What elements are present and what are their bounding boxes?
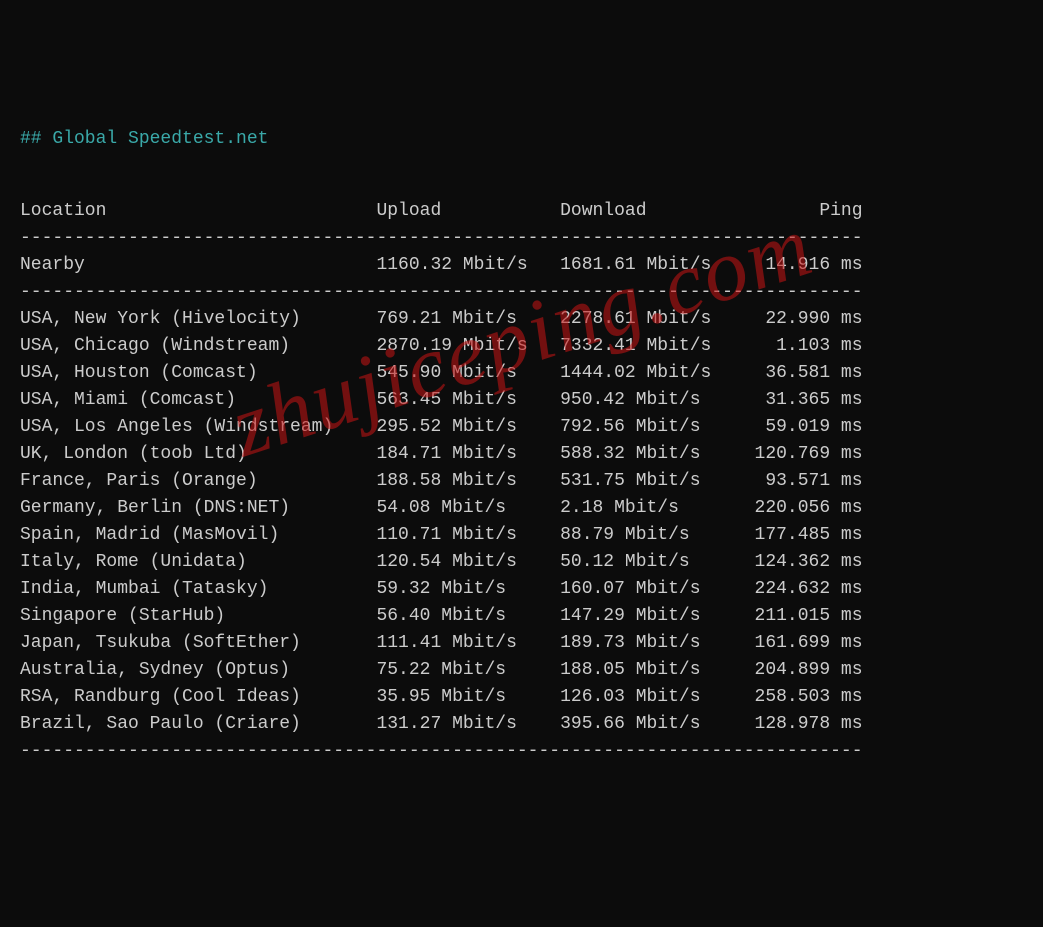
terminal-output: Location Upload Download Ping-----------… (20, 198, 1023, 765)
table-row: UK, London (toob Ltd) 184.71 Mbit/s 588.… (20, 441, 1023, 468)
table-row: USA, Los Angeles (Windstream) 295.52 Mbi… (20, 414, 1023, 441)
table-row: Spain, Madrid (MasMovil) 110.71 Mbit/s 8… (20, 522, 1023, 549)
terminal-title: ## Global Speedtest.net (20, 126, 1023, 153)
table-row: Japan, Tsukuba (SoftEther) 111.41 Mbit/s… (20, 630, 1023, 657)
table-row: ----------------------------------------… (20, 738, 1023, 765)
table-row: India, Mumbai (Tatasky) 59.32 Mbit/s 160… (20, 576, 1023, 603)
table-row: Italy, Rome (Unidata) 120.54 Mbit/s 50.1… (20, 549, 1023, 576)
table-row: USA, Houston (Comcast) 545.90 Mbit/s 144… (20, 360, 1023, 387)
table-row: ----------------------------------------… (20, 279, 1023, 306)
table-row: Australia, Sydney (Optus) 75.22 Mbit/s 1… (20, 657, 1023, 684)
table-row: Location Upload Download Ping (20, 198, 1023, 225)
table-row: Singapore (StarHub) 56.40 Mbit/s 147.29 … (20, 603, 1023, 630)
table-row: ----------------------------------------… (20, 225, 1023, 252)
table-row: Germany, Berlin (DNS:NET) 54.08 Mbit/s 2… (20, 495, 1023, 522)
table-row: USA, Chicago (Windstream) 2870.19 Mbit/s… (20, 333, 1023, 360)
table-row: France, Paris (Orange) 188.58 Mbit/s 531… (20, 468, 1023, 495)
table-row: RSA, Randburg (Cool Ideas) 35.95 Mbit/s … (20, 684, 1023, 711)
table-row: USA, Miami (Comcast) 563.45 Mbit/s 950.4… (20, 387, 1023, 414)
table-row: Nearby 1160.32 Mbit/s 1681.61 Mbit/s 14.… (20, 252, 1023, 279)
table-row: USA, New York (Hivelocity) 769.21 Mbit/s… (20, 306, 1023, 333)
table-row: Brazil, Sao Paulo (Criare) 131.27 Mbit/s… (20, 711, 1023, 738)
